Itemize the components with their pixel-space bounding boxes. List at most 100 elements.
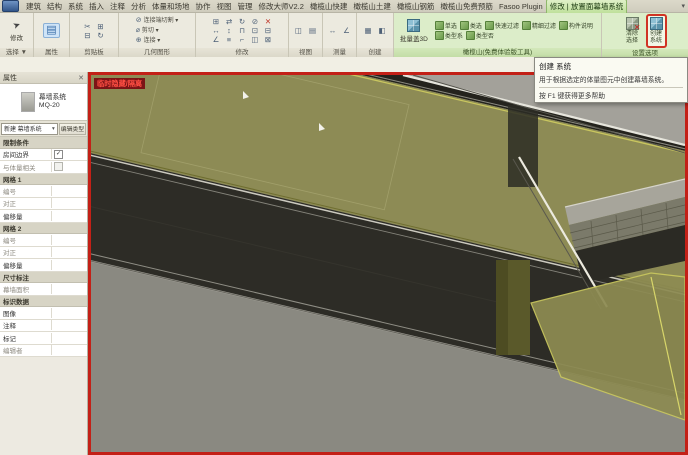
- measure-angle-icon[interactable]: ∠: [341, 26, 352, 35]
- panel-label-measure: 测量: [323, 48, 356, 57]
- property-row: 对正: [0, 197, 87, 210]
- property-value[interactable]: [52, 210, 87, 222]
- property-label: 编号: [0, 185, 52, 196]
- ribbon-tab[interactable]: 视图: [214, 0, 235, 13]
- property-value: [52, 198, 87, 210]
- ribbon-tab[interactable]: 体量和场地: [149, 0, 193, 13]
- geometry-tool[interactable]: ⌀ 剪切 ▾: [136, 26, 179, 36]
- property-value[interactable]: [52, 320, 87, 332]
- cut-icon[interactable]: ✂: [82, 22, 93, 31]
- ribbon-tab[interactable]: Fasoo Plugin: [496, 1, 546, 12]
- match-type-icon[interactable]: ↻: [95, 31, 106, 40]
- property-section-header[interactable]: 网格 2: [0, 222, 87, 234]
- modify-button[interactable]: ➤ 修改: [8, 19, 25, 43]
- property-label: 偏移量: [0, 259, 52, 270]
- ribbon-tab[interactable]: 橄榄山钢筋: [394, 0, 438, 13]
- create-system-button[interactable]: 创建 系统: [645, 14, 667, 48]
- ribbon-tab[interactable]: 系统: [65, 0, 86, 13]
- glsoft-tool-button[interactable]: 类型否: [465, 31, 494, 40]
- property-value[interactable]: ✓: [52, 149, 87, 161]
- move-icon[interactable]: ↔: [211, 26, 222, 35]
- copy-icon[interactable]: ⊟: [82, 31, 93, 40]
- property-section-header[interactable]: 尺寸标注: [0, 271, 87, 283]
- geometry-tool-icon: ⊕: [135, 36, 144, 44]
- ribbon-tab[interactable]: 橄榄山免费预筋: [437, 0, 496, 13]
- checkbox-unchecked-icon: [54, 162, 63, 172]
- checkbox-checked-icon[interactable]: ✓: [54, 149, 63, 159]
- ribbon-collapse-icon[interactable]: ▾: [678, 2, 688, 10]
- type-selector-dropdown[interactable]: 新建 幕墙系统 ▾: [1, 122, 58, 135]
- batch-cover-3d-button[interactable]: 批量盖3D: [398, 18, 430, 44]
- ribbon-tab[interactable]: 注释: [107, 0, 128, 13]
- geometry-tool[interactable]: ⊘ 连接端切割 ▾: [136, 16, 179, 26]
- glsoft-tool-button[interactable]: 类型系: [434, 31, 463, 40]
- panel-label-view: 视图: [289, 48, 322, 57]
- properties-button[interactable]: ▤: [43, 23, 60, 38]
- property-value: [52, 247, 87, 259]
- ribbon-tab[interactable]: 建筑: [23, 0, 44, 13]
- glsoft-tool-button[interactable]: 构件说明: [558, 21, 593, 30]
- property-value[interactable]: [52, 259, 87, 271]
- trim-icon[interactable]: ⊘: [250, 17, 261, 26]
- property-value: [52, 185, 87, 197]
- ribbon-tab[interactable]: 橄榄山快建: [307, 0, 351, 13]
- glsoft-tool-button[interactable]: 精细过滤: [521, 21, 556, 30]
- measure-length-icon[interactable]: ↔: [327, 26, 338, 35]
- properties-palette: 属性 ✕ 幕墙系统 MQ-20 新建 幕墙系统 ▾ 编辑类型 限制条件 房间边界 ✓…: [0, 72, 88, 455]
- align-icon[interactable]: ⊞: [211, 17, 222, 26]
- property-row: 编号: [0, 185, 87, 198]
- app-logo-icon[interactable]: [2, 0, 19, 12]
- property-row: 偏移量: [0, 259, 87, 272]
- property-label: 图像: [0, 307, 52, 318]
- rotate-icon[interactable]: ↻: [237, 17, 248, 26]
- tool-icon: [434, 31, 444, 40]
- create-group-icon[interactable]: ▦: [363, 26, 374, 35]
- panel-view: ◫ ▤ 视图: [289, 13, 323, 57]
- ribbon-tab[interactable]: 修改大师V2.2: [256, 0, 307, 13]
- edit-type-button[interactable]: 编辑类型: [58, 122, 86, 135]
- type-preview: 幕墙系统 MQ-20: [0, 84, 87, 121]
- temporary-hide-isolate-badge[interactable]: 临时隐藏/隔离: [94, 78, 146, 89]
- glsoft-tool-button[interactable]: 单选: [434, 21, 457, 30]
- ribbon-tab[interactable]: 分析: [128, 0, 149, 13]
- panel-label-glsoft: 橄榄山(免费体验版工具): [394, 48, 601, 57]
- glsoft-tool-button[interactable]: 快速过滤: [484, 21, 519, 30]
- ribbon-tab[interactable]: 插入: [86, 0, 107, 13]
- split-icon[interactable]: ⊓: [237, 26, 248, 35]
- panel-icon[interactable]: ◫: [250, 35, 261, 44]
- offset-icon[interactable]: ↕: [224, 26, 235, 35]
- ribbon-tab[interactable]: 橄榄山土建: [350, 0, 394, 13]
- angle-icon[interactable]: ∠: [211, 35, 222, 44]
- property-section-header[interactable]: 网格 1: [0, 173, 87, 185]
- panel-label-select[interactable]: 选择 ▼: [0, 48, 33, 57]
- property-row: 编辑者: [0, 344, 87, 357]
- geometry-tool[interactable]: ⊕ 连接 ▾: [136, 36, 179, 46]
- glsoft-tool-button[interactable]: 类选: [459, 21, 482, 30]
- create-similar-icon[interactable]: ◧: [377, 26, 388, 35]
- ribbon-tab[interactable]: 管理: [235, 0, 256, 13]
- tool-icon: [558, 21, 568, 30]
- property-row: 幕墙面积: [0, 283, 87, 296]
- property-value[interactable]: [52, 332, 87, 344]
- property-value[interactable]: [52, 307, 87, 319]
- chevron-down-icon: ▾: [52, 125, 55, 132]
- visibility-icon[interactable]: ▤: [307, 26, 318, 35]
- property-section-header[interactable]: 标识数据: [0, 295, 87, 307]
- delete-icon[interactable]: ✕: [263, 17, 274, 26]
- erase-icon[interactable]: ⊠: [263, 35, 274, 44]
- lines-icon[interactable]: ≡: [224, 35, 235, 44]
- pin-icon[interactable]: ⊡: [250, 26, 261, 35]
- ribbon-tab[interactable]: 协作: [193, 0, 214, 13]
- mirror-icon[interactable]: ⇄: [224, 17, 235, 26]
- tab-modify-place-curtain-system[interactable]: 修改 | 放置面幕墙系统: [545, 0, 628, 13]
- corner-icon[interactable]: ⌐: [237, 35, 248, 44]
- clear-selection-button[interactable]: ✕ 清除 选择: [624, 16, 641, 46]
- property-label: 编辑者: [0, 345, 52, 356]
- thin-lines-icon[interactable]: ◫: [293, 26, 304, 35]
- paste-icon[interactable]: ⊞: [95, 22, 106, 31]
- ribbon-tab[interactable]: 结构: [44, 0, 65, 13]
- viewport-3d[interactable]: 临时隐藏/隔离: [88, 72, 688, 455]
- property-section-header[interactable]: 限制条件: [0, 137, 87, 149]
- array-icon[interactable]: ⊟: [263, 26, 274, 35]
- close-icon[interactable]: ✕: [78, 74, 84, 82]
